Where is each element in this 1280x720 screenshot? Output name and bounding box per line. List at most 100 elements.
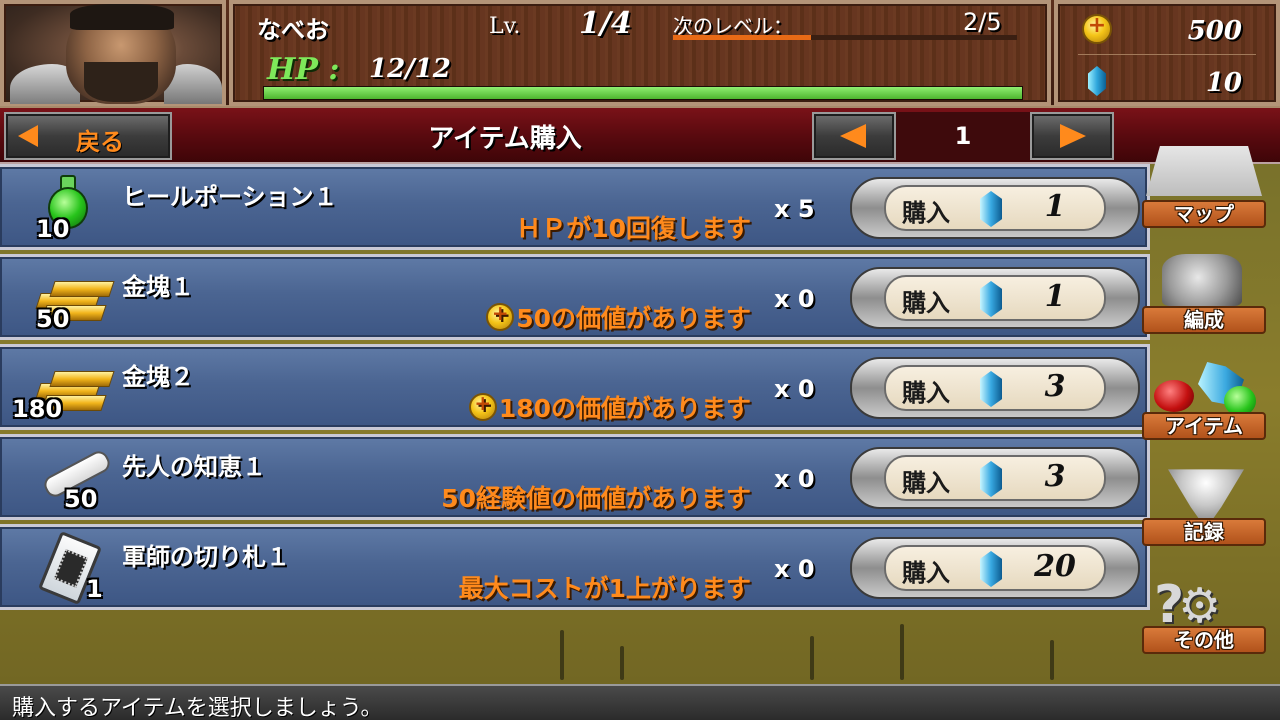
- currency-divider: [1078, 54, 1256, 55]
- side-menu-other[interactable]: ?⚙ その他: [1138, 572, 1270, 658]
- buy-button-label: 購入: [902, 289, 950, 317]
- item-row[interactable]: 1 軍師の切り札１ 最大コストが1上がります x 0 購入 20: [0, 524, 1150, 610]
- item-name: 金塊１: [122, 273, 194, 301]
- message-bar: 購入するアイテムを選択しましょう。: [0, 684, 1280, 720]
- armor-icon: [1162, 254, 1242, 306]
- item-description: 50の価値があります: [486, 299, 751, 335]
- arrow-left-icon: [18, 125, 38, 147]
- grass-decoration: [900, 624, 904, 680]
- footer-message: 購入するアイテムを選択しましょう。: [12, 696, 383, 720]
- item-row[interactable]: 50 金塊１ 50の価値があります x 0 購入 1: [0, 254, 1150, 340]
- buy-button-label: 購入: [902, 559, 950, 587]
- currency-panel: 500 10: [1054, 0, 1280, 106]
- item-row[interactable]: 10 ヒールポーション１ ＨＰが10回復します x 5 購入 1: [0, 164, 1150, 250]
- side-menu-label: 編成: [1142, 306, 1266, 334]
- hp-bar-fill: [264, 87, 1022, 99]
- portrait-hair: [70, 4, 174, 30]
- side-menu-items[interactable]: アイテム: [1138, 358, 1270, 444]
- buy-button[interactable]: 購入 1: [850, 173, 1140, 243]
- back-button[interactable]: 戻る: [4, 112, 172, 160]
- side-menu-records[interactable]: 記録: [1138, 464, 1270, 550]
- item-description: 50経験値の価値があります: [441, 479, 751, 515]
- side-menu-label: マップ: [1142, 200, 1266, 228]
- item-description: ＨＰが10回復します: [516, 209, 751, 245]
- hp-value: 12/12: [369, 54, 451, 84]
- buy-button[interactable]: 購入 3: [850, 443, 1140, 513]
- item-count: 1: [86, 575, 103, 603]
- grass-decoration: [810, 636, 814, 680]
- prev-page-button[interactable]: [812, 112, 896, 160]
- next-page-button[interactable]: [1030, 112, 1114, 160]
- item-owned-quantity: x 0: [774, 285, 815, 313]
- hp-label: HP :: [267, 52, 340, 87]
- item-owned-quantity: x 0: [774, 375, 815, 403]
- ruby-icon: [1154, 380, 1194, 412]
- trophy-icon: [1168, 469, 1244, 518]
- item-name: 金塊２: [122, 363, 194, 391]
- gem-icon: [1088, 66, 1106, 96]
- side-menu-label: その他: [1142, 626, 1266, 654]
- next-level-progress: 2/5: [963, 8, 1002, 36]
- page-number: 1: [896, 112, 1030, 160]
- page-title: アイテム購入: [428, 124, 582, 154]
- item-name: 先人の知恵１: [122, 453, 266, 481]
- side-menu-map[interactable]: マップ: [1138, 146, 1270, 232]
- arrow-right-icon: [1060, 124, 1086, 148]
- gold-coin-icon: [468, 391, 497, 421]
- buy-button-label: 購入: [902, 379, 950, 407]
- item-count: 10: [36, 215, 70, 243]
- item-row[interactable]: 180 金塊２ 180の価値があります x 0 購入 3: [0, 344, 1150, 430]
- item-description-text: 最大コストが1上がります: [458, 574, 751, 603]
- item-count: 50: [36, 305, 70, 333]
- side-menu-label: 記録: [1142, 518, 1266, 546]
- item-owned-quantity: x 5: [774, 195, 815, 223]
- hp-bar: [263, 86, 1023, 100]
- player-stats-panel: なべお Lv. 1/4 次のレベル： 2/5 HP : 12/12: [229, 0, 1051, 106]
- grass-decoration: [1050, 640, 1054, 680]
- buy-button[interactable]: 購入 1: [850, 263, 1140, 333]
- item-description-text: 50の価値があります: [516, 304, 751, 333]
- gold-coin-icon: [486, 301, 515, 331]
- question-gear-icon: ?⚙: [1154, 575, 1222, 635]
- level-value: 1/4: [579, 6, 632, 41]
- next-level-bar-fill: [673, 35, 811, 40]
- buy-button-label: 購入: [902, 469, 950, 497]
- item-count: 50: [64, 485, 98, 513]
- character-name: なべお: [257, 16, 329, 44]
- item-owned-quantity: x 0: [774, 555, 815, 583]
- back-button-label: 戻る: [76, 128, 124, 156]
- buy-price: 1: [1044, 189, 1066, 224]
- item-description-text: ＨＰが10回復します: [516, 214, 751, 243]
- grass-decoration: [620, 646, 624, 680]
- buy-price: 3: [1044, 369, 1066, 404]
- level-label: Lv.: [489, 14, 521, 39]
- side-menu-formation[interactable]: 編成: [1138, 252, 1270, 338]
- item-owned-quantity: x 0: [774, 465, 815, 493]
- item-description-text: 50経験値の価値があります: [441, 484, 751, 513]
- item-description: 180の価値があります: [468, 389, 751, 425]
- buy-price: 3: [1044, 459, 1066, 494]
- buy-price: 1: [1044, 279, 1066, 314]
- buy-price: 20: [1034, 549, 1076, 584]
- buy-button[interactable]: 購入 3: [850, 353, 1140, 423]
- item-count: 180: [12, 395, 63, 423]
- buy-button[interactable]: 購入 20: [850, 533, 1140, 603]
- item-row[interactable]: 50 先人の知恵１ 50経験値の価値があります x 0 購入 3: [0, 434, 1150, 520]
- item-description-text: 180の価値があります: [498, 394, 751, 423]
- item-name: 軍師の切り札１: [122, 543, 290, 571]
- map-icon: [1146, 146, 1262, 196]
- status-bar: なべお Lv. 1/4 次のレベル： 2/5 HP : 12/12 500 10: [0, 0, 1280, 108]
- side-menu-label: アイテム: [1142, 412, 1266, 440]
- grass-decoration: [560, 630, 564, 680]
- arrow-left-icon: [840, 124, 866, 148]
- next-level-bar: [673, 35, 1017, 40]
- portrait-beard: [84, 62, 158, 102]
- gem-amount: 10: [1205, 68, 1242, 98]
- gold-amount: 500: [1187, 16, 1242, 46]
- item-description: 最大コストが1上がります: [459, 569, 751, 605]
- buy-button-label: 購入: [902, 199, 950, 227]
- item-name: ヒールポーション１: [122, 183, 338, 211]
- nav-bar: 戻る アイテム購入 1: [0, 108, 1280, 164]
- character-portrait[interactable]: [0, 0, 226, 106]
- card-icon: [34, 531, 118, 605]
